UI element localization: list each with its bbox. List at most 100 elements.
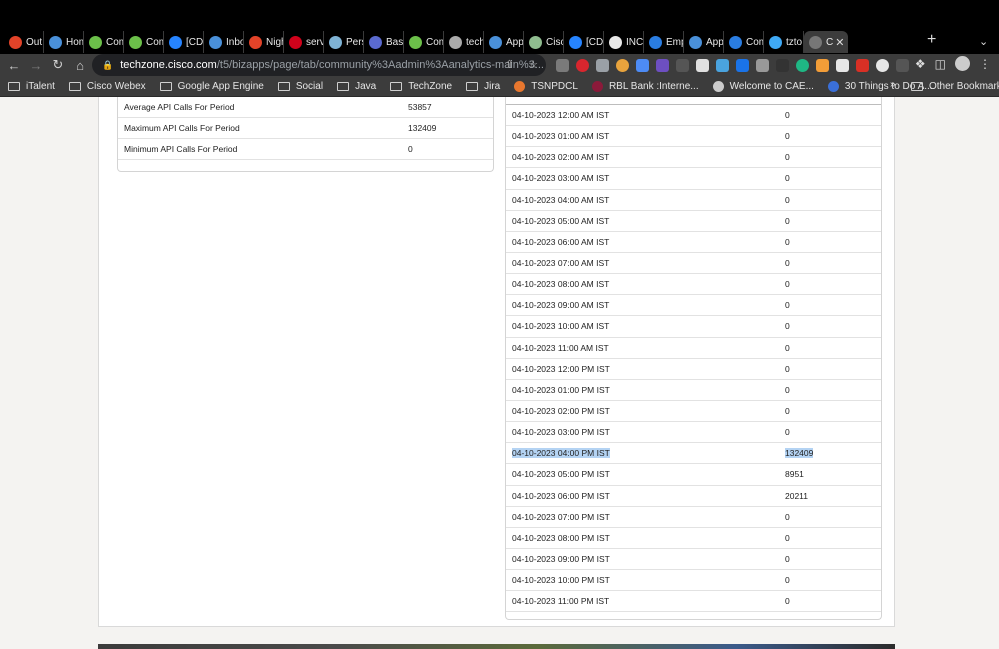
home-button[interactable]: ⌂ (69, 58, 91, 73)
gitlab-icon (249, 35, 262, 49)
browser-tab[interactable]: [CD (164, 31, 204, 53)
browser-tab[interactable]: tzto (764, 31, 804, 53)
browser-tab[interactable]: [CD (564, 31, 604, 53)
confluence-icon (489, 35, 502, 49)
bookmark-star-icon[interactable]: ☆ (528, 58, 538, 71)
active-tab[interactable]: C ✕ (804, 31, 848, 53)
more-bookmarks-button[interactable]: » (890, 79, 896, 90)
bookmark-item[interactable]: TSNPDCL (514, 80, 578, 92)
extension-green-icon[interactable] (796, 58, 809, 72)
table-row: 04-10-2023 04:00 PM IST 132409 (506, 443, 881, 465)
api-call-count: 0 (785, 258, 790, 269)
hour-timestamp: 04-10-2023 09:00 PM IST (512, 554, 610, 565)
bookmark-item[interactable]: RBL Bank :Interne... (591, 80, 699, 92)
browser-tab[interactable]: INCI (604, 31, 644, 53)
bookmark-item[interactable]: Java (337, 81, 376, 92)
bookmark-item[interactable]: Google App Engine (159, 81, 264, 92)
tsnpdcl-icon (514, 80, 526, 92)
extension-image-icon[interactable] (856, 58, 869, 72)
table-row: 04-10-2023 09:00 AM IST 0 (506, 295, 881, 317)
feather-icon (769, 35, 782, 49)
hour-timestamp: 04-10-2023 03:00 AM IST (512, 173, 610, 184)
forward-button[interactable]: → (25, 58, 47, 73)
avatar[interactable] (955, 56, 970, 71)
bookmark-item[interactable]: Jira (466, 81, 500, 92)
other-bookmarks-folder[interactable]: Other Bookmarks (911, 76, 999, 97)
bookmark-item[interactable]: Cisco Webex (68, 81, 146, 92)
api-call-count: 0 (785, 236, 790, 247)
close-icon[interactable]: ✕ (835, 36, 844, 49)
tab-label: Inbo (226, 36, 244, 48)
api-call-count: 0 (785, 363, 790, 374)
new-tab-button[interactable]: + (927, 31, 936, 49)
confluence-icon (689, 35, 702, 49)
extensions-puzzle-icon[interactable]: ❖ (915, 57, 926, 71)
hour-timestamp: 04-10-2023 12:00 PM IST (512, 363, 610, 374)
globe-icon (449, 35, 462, 49)
extension-puzzle-icon[interactable] (596, 58, 609, 72)
target-icon (289, 35, 302, 49)
extension-code-icon[interactable] (676, 58, 689, 72)
atom-icon (369, 35, 382, 49)
browser-tab[interactable]: Bash (364, 31, 404, 53)
browser-tab[interactable]: Out (4, 31, 44, 53)
browser-tab[interactable]: Nigh (244, 31, 284, 53)
browser-tab[interactable]: Com (124, 31, 164, 53)
hour-timestamp: 04-10-2023 06:00 AM IST (512, 236, 610, 247)
bookmark-item[interactable]: iTalent (8, 81, 55, 92)
sidepanel-icon[interactable]: ◫ (935, 57, 946, 71)
browser-tab[interactable]: Inbo (204, 31, 244, 53)
api-call-count: 20211 (785, 490, 809, 501)
browser-tab[interactable]: Com (724, 31, 764, 53)
extension-print-icon[interactable] (696, 58, 709, 72)
extension-pin-icon[interactable] (556, 58, 569, 72)
bookmark-item[interactable]: TechZone (390, 81, 452, 92)
browser-tab[interactable]: Cisc (524, 31, 564, 53)
address-bar[interactable]: 🔒 techzone.cisco.com /t5/bizapps/page/ta… (92, 54, 546, 76)
extension-purple-icon[interactable] (656, 58, 669, 72)
extension-badge-icon[interactable] (716, 58, 729, 72)
browser-tab[interactable]: Appi (484, 31, 524, 53)
bookmark-item[interactable]: Welcome to CAE... (712, 80, 814, 92)
browser-tab[interactable]: Hom (44, 31, 84, 53)
techzone-icon (89, 35, 102, 49)
rss-icon[interactable] (816, 58, 829, 72)
cookie-icon[interactable] (616, 58, 629, 72)
lock-icon: 🔒 (102, 59, 114, 70)
back-button[interactable]: ← (3, 58, 25, 73)
extension-monitor-icon[interactable] (896, 58, 909, 72)
folder-icon (8, 81, 20, 91)
browser-tab[interactable]: serv (284, 31, 324, 53)
bookmark-label: TSNPDCL (531, 80, 578, 92)
confluence-icon (209, 35, 222, 49)
shield-icon (729, 35, 742, 49)
tab-label: Cisc (546, 36, 564, 48)
browser-tab[interactable]: Com (404, 31, 444, 53)
browser-tab[interactable]: Pers (324, 31, 364, 53)
bookmark-item[interactable]: Social (277, 80, 324, 92)
adblock-icon[interactable] (576, 58, 589, 72)
extension-dark-icon[interactable] (776, 58, 789, 72)
share-icon[interactable]: ⇧ (505, 58, 514, 71)
browser-tab[interactable]: App (684, 31, 724, 53)
hour-timestamp: 04-10-2023 07:00 AM IST (512, 258, 610, 269)
tab-search-chevron-icon[interactable]: ⌄ (979, 35, 988, 48)
extension-arrow-icon[interactable] (756, 58, 769, 72)
browser-tab[interactable]: Com (84, 31, 124, 53)
api-call-count: 0 (785, 406, 790, 417)
bookmark-label: Social (295, 80, 324, 92)
extension-grid-icon[interactable] (836, 58, 849, 72)
linkedin-icon[interactable] (736, 58, 749, 72)
browser-tab[interactable]: Emp (644, 31, 684, 53)
tab-label: Pers (346, 36, 363, 48)
browser-tab[interactable]: tech (444, 31, 484, 53)
extension-circle-icon[interactable] (876, 58, 889, 72)
hour-timestamp: 04-10-2023 08:00 PM IST (512, 532, 610, 543)
reload-button[interactable]: ↻ (47, 57, 69, 73)
extension-shield-icon[interactable] (636, 58, 649, 72)
menu-kebab-icon[interactable]: ⋮ (979, 57, 991, 71)
extensions-bar (556, 56, 909, 74)
url-host: techzone.cisco.com (120, 59, 217, 71)
table-row: 04-10-2023 11:00 AM IST 0 (506, 338, 881, 359)
folder-icon (68, 81, 81, 91)
